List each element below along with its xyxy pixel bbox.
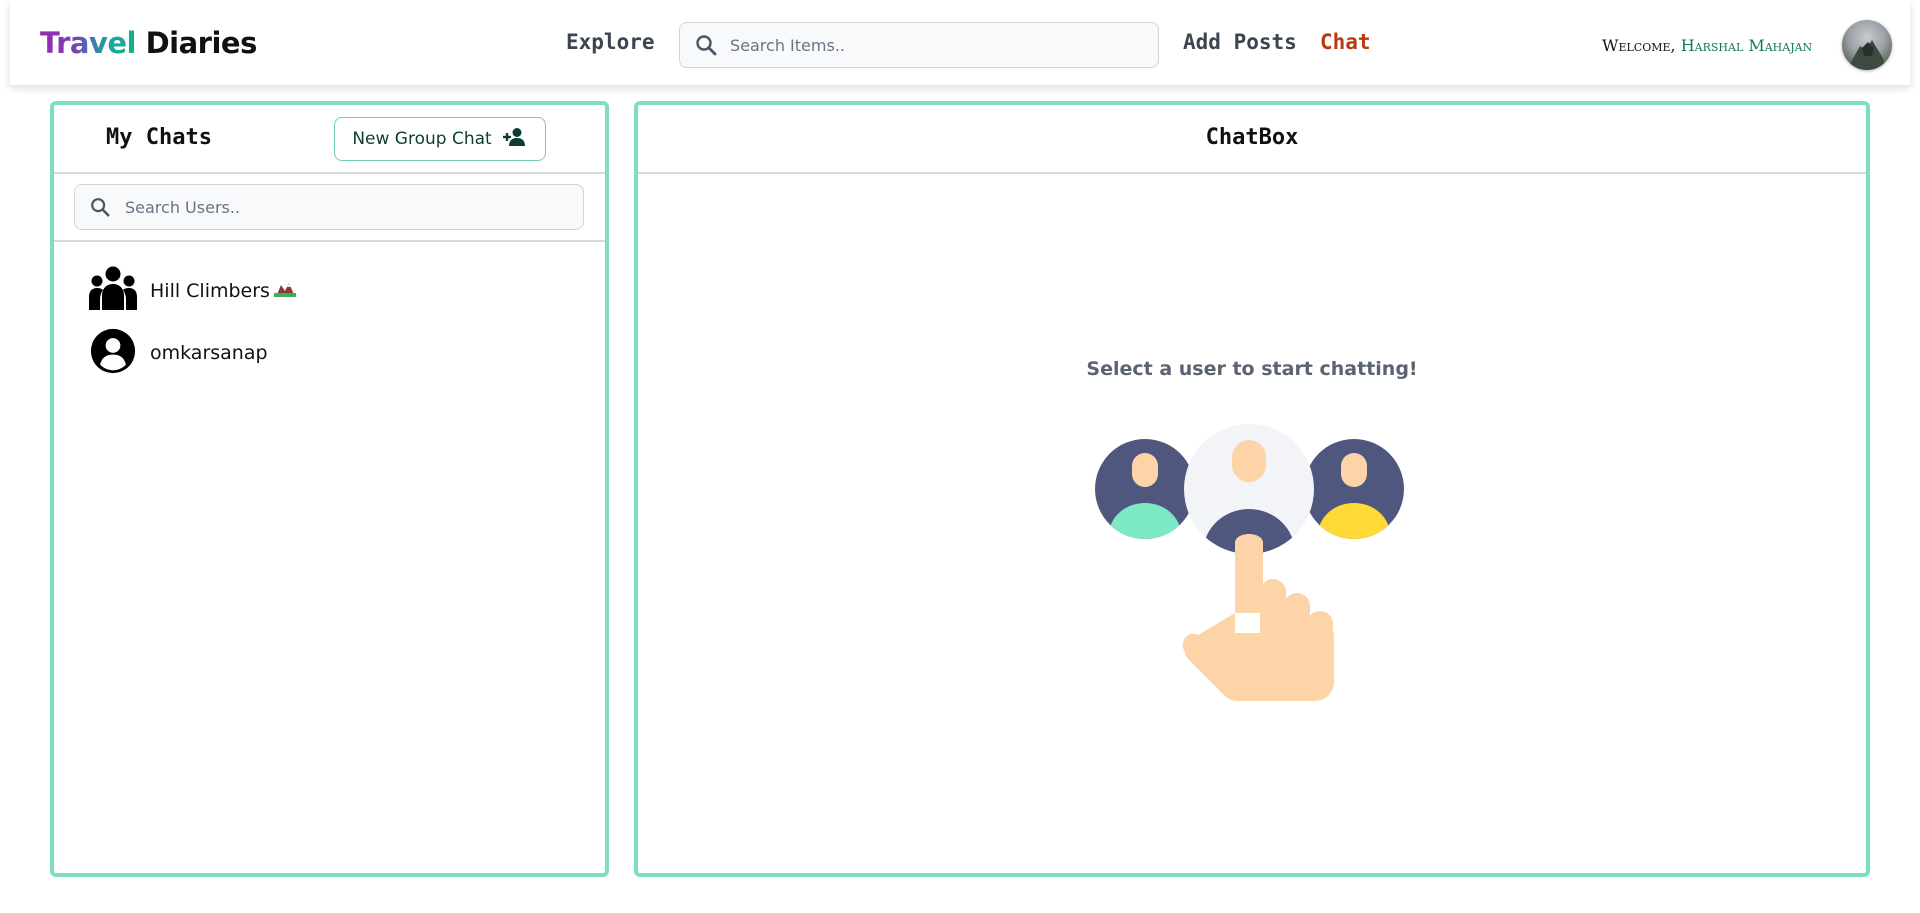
user-search-box[interactable] (74, 184, 584, 230)
my-chats-panel: My Chats New Group Chat Search Users.. H… (50, 101, 609, 877)
item-search-input[interactable] (730, 23, 1150, 67)
nav-chat-link[interactable]: Chat (1320, 30, 1371, 54)
chatbox-title: ChatBox (1205, 125, 1299, 150)
chat-list-item[interactable]: omkarsanap (88, 327, 568, 379)
panel-divider (638, 172, 1866, 174)
chat-name: Hill Climbers (150, 280, 270, 302)
empty-chat-message: Select a user to start chatting! (1086, 358, 1418, 380)
welcome-text: Welcome, Harshal Mahajan (1602, 36, 1812, 55)
profile-avatar[interactable] (1842, 20, 1892, 70)
welcome-label: Welcome, (1602, 36, 1676, 55)
user-search-input[interactable] (125, 185, 575, 229)
new-group-chat-label: New Group Chat (352, 129, 492, 149)
app-logo[interactable]: Travel Diaries (40, 26, 257, 60)
select-user-illustration (1094, 423, 1414, 707)
my-chats-title: My Chats (106, 125, 212, 150)
logo-travel: Travel (40, 26, 136, 60)
search-icon (89, 196, 111, 222)
nav-explore-link[interactable]: Explore (566, 30, 655, 54)
group-icon (88, 266, 138, 316)
chat-name: omkarsanap (150, 342, 268, 364)
item-search-box[interactable] (679, 22, 1159, 68)
search-icon (694, 33, 718, 61)
nav-add-posts-link[interactable]: Add Posts (1183, 30, 1297, 54)
new-group-chat-button[interactable]: New Group Chat (334, 117, 546, 161)
add-user-icon (502, 127, 528, 152)
chatbox-panel: ChatBox Select a user to start chatting! (634, 101, 1870, 877)
chat-list-item[interactable]: Hill Climbers (88, 265, 568, 317)
panel-divider (54, 240, 605, 242)
logo-diaries: Diaries (145, 26, 258, 60)
user-name[interactable]: Harshal Mahajan (1681, 36, 1812, 55)
user-icon (88, 328, 138, 378)
top-navbar: Travel Diaries Explore Add Posts Chat We… (10, 0, 1910, 85)
panel-divider (54, 172, 605, 174)
mountain-hut-emoji (273, 281, 296, 301)
